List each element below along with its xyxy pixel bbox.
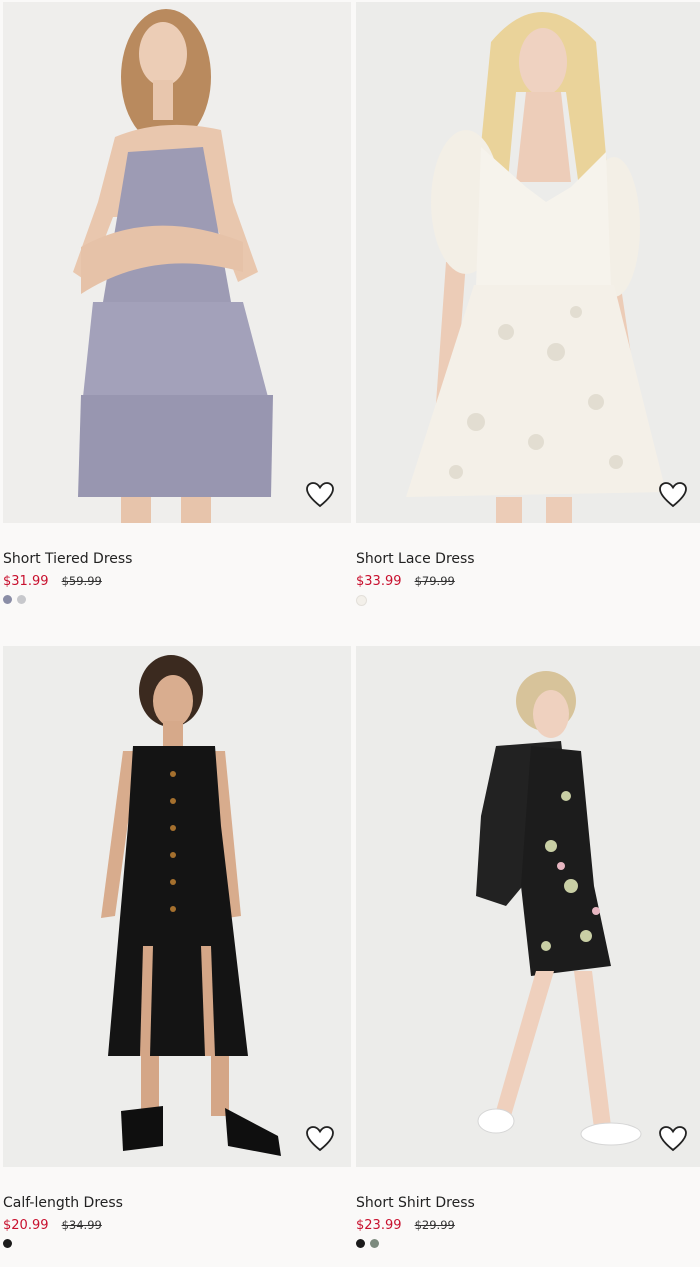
- favorite-button[interactable]: [658, 1125, 688, 1153]
- color-swatch[interactable]: [17, 595, 26, 604]
- product-photo-lace-dress: [356, 2, 700, 523]
- color-swatch[interactable]: [3, 1239, 12, 1248]
- original-price: $59.99: [61, 574, 102, 588]
- color-swatches: [356, 595, 700, 606]
- product-title[interactable]: Short Shirt Dress: [356, 1194, 700, 1212]
- product-image[interactable]: [356, 2, 700, 523]
- price-row: $23.99 $29.99: [356, 1216, 700, 1233]
- color-swatches: [3, 595, 351, 604]
- product-info: Short Shirt Dress $23.99 $29.99: [356, 1167, 700, 1248]
- product-image[interactable]: [3, 646, 351, 1167]
- product-card[interactable]: Short Lace Dress $33.99 $79.99: [356, 2, 700, 606]
- heart-outline-icon: [659, 482, 687, 508]
- product-card[interactable]: Short Shirt Dress $23.99 $29.99: [356, 646, 700, 1248]
- color-swatches: [356, 1239, 700, 1248]
- product-photo-tiered-dress: [3, 2, 351, 523]
- product-info: Short Lace Dress $33.99 $79.99: [356, 523, 700, 606]
- favorite-button[interactable]: [305, 1125, 335, 1153]
- sale-price: $33.99: [356, 574, 402, 589]
- price-row: $20.99 $34.99: [3, 1216, 351, 1233]
- product-card[interactable]: Short Tiered Dress $31.99 $59.99: [3, 2, 351, 604]
- product-image[interactable]: [356, 646, 700, 1167]
- color-swatch[interactable]: [3, 595, 12, 604]
- product-info: Calf-length Dress $20.99 $34.99: [3, 1167, 351, 1248]
- product-card[interactable]: Calf-length Dress $20.99 $34.99: [3, 646, 351, 1248]
- sale-price: $23.99: [356, 1218, 402, 1233]
- favorite-button[interactable]: [305, 481, 335, 509]
- sale-price: $31.99: [3, 574, 49, 589]
- heart-outline-icon: [306, 482, 334, 508]
- original-price: $29.99: [414, 1218, 455, 1232]
- sale-price: $20.99: [3, 1218, 49, 1233]
- product-title[interactable]: Short Tiered Dress: [3, 550, 351, 568]
- price-row: $33.99 $79.99: [356, 572, 700, 589]
- product-title[interactable]: Short Lace Dress: [356, 550, 700, 568]
- color-swatch[interactable]: [356, 595, 367, 606]
- product-info: Short Tiered Dress $31.99 $59.99: [3, 523, 351, 604]
- product-title[interactable]: Calf-length Dress: [3, 1194, 351, 1212]
- product-photo-calf-length-dress: [3, 646, 351, 1167]
- price-row: $31.99 $59.99: [3, 572, 351, 589]
- original-price: $34.99: [61, 1218, 102, 1232]
- product-photo-shirt-dress: [356, 646, 700, 1167]
- product-image[interactable]: [3, 2, 351, 523]
- heart-outline-icon: [306, 1126, 334, 1152]
- original-price: $79.99: [414, 574, 455, 588]
- color-swatch[interactable]: [370, 1239, 379, 1248]
- color-swatch[interactable]: [356, 1239, 365, 1248]
- color-swatches: [3, 1239, 351, 1248]
- favorite-button[interactable]: [658, 481, 688, 509]
- heart-outline-icon: [659, 1126, 687, 1152]
- product-grid: Short Tiered Dress $31.99 $59.99 Short L…: [0, 0, 700, 1267]
